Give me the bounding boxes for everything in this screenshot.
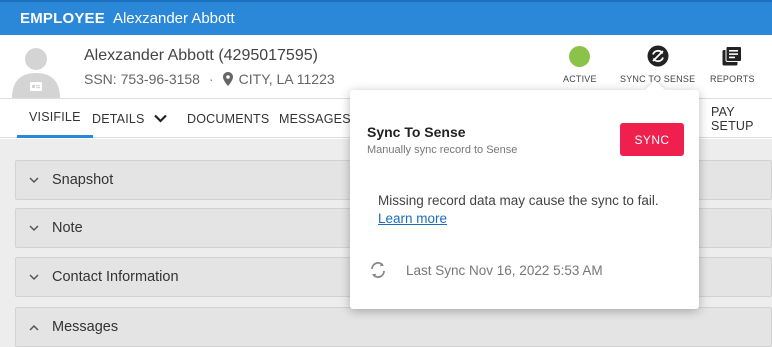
- location-text: CITY, LA 11223: [238, 71, 335, 87]
- tab-details-label: DETAILS: [92, 111, 145, 126]
- learn-more-link[interactable]: Learn more: [378, 211, 447, 226]
- app-title-bar: EMPLOYEE Alexzander Abbott: [0, 0, 772, 35]
- ssn-text: SSN: 753-96-3158: [84, 71, 200, 87]
- avatar: [8, 42, 64, 98]
- reports-icon: [720, 44, 744, 68]
- record-name-label: Alexzander Abbott: [112, 10, 235, 27]
- active-status[interactable]: ACTIVE: [563, 44, 597, 84]
- chevron-down-icon: [16, 176, 52, 184]
- chevron-up-icon: [16, 324, 52, 331]
- section-messages[interactable]: Messages: [15, 307, 772, 347]
- chevron-down-icon: [16, 273, 52, 281]
- employee-name: Alexzander Abbott (4295017595): [84, 47, 318, 64]
- refresh-icon: [369, 260, 389, 280]
- last-sync-text: Last Sync Nov 16, 2022 5:53 AM: [406, 262, 603, 278]
- record-type-label: EMPLOYEE: [20, 10, 105, 27]
- chevron-down-icon: [153, 114, 167, 123]
- tab-details[interactable]: DETAILS: [92, 99, 167, 138]
- location-pin-icon: [222, 72, 233, 86]
- sync-to-sense-popover: Sync To Sense Manually sync record to Se…: [350, 80, 699, 309]
- warning-message: Missing record data may cause the sync t…: [378, 193, 659, 208]
- tab-pay-setup-label: PAY SETUP: [711, 104, 754, 133]
- chevron-down-icon: [16, 224, 52, 232]
- last-sync-row: Last Sync Nov 16, 2022 5:53 AM: [369, 260, 603, 280]
- tab-visifile[interactable]: VISIFILE: [17, 99, 93, 138]
- meta-separator: ·: [208, 71, 214, 87]
- section-title: Snapshot: [52, 172, 114, 188]
- tab-pay-setup[interactable]: PAY SETUP: [711, 99, 772, 138]
- tab-messages[interactable]: MESSAGES: [279, 99, 351, 138]
- status-dot-icon: [569, 45, 591, 67]
- reports-button[interactable]: REPORTS: [710, 44, 755, 84]
- popover-title: Sync To Sense: [367, 124, 466, 140]
- tab-messages-label: MESSAGES: [279, 111, 351, 126]
- section-title: Note: [52, 220, 83, 236]
- section-title: Contact Information: [52, 269, 179, 285]
- popover-subtitle: Manually sync record to Sense: [367, 144, 518, 156]
- tab-documents-label: DOCUMENTS: [187, 111, 270, 126]
- sync-icon: [646, 44, 670, 68]
- reports-label: REPORTS: [710, 74, 755, 84]
- section-title: Messages: [52, 319, 119, 335]
- tab-visifile-label: VISIFILE: [29, 110, 81, 124]
- sync-to-sense-button[interactable]: SYNC TO SENSE: [620, 44, 695, 84]
- sync-button[interactable]: SYNC: [620, 123, 684, 156]
- active-label: ACTIVE: [563, 74, 597, 84]
- tab-documents[interactable]: DOCUMENTS: [187, 99, 269, 138]
- employee-meta: SSN: 753-96-3158 · CITY, LA 11223: [84, 71, 335, 87]
